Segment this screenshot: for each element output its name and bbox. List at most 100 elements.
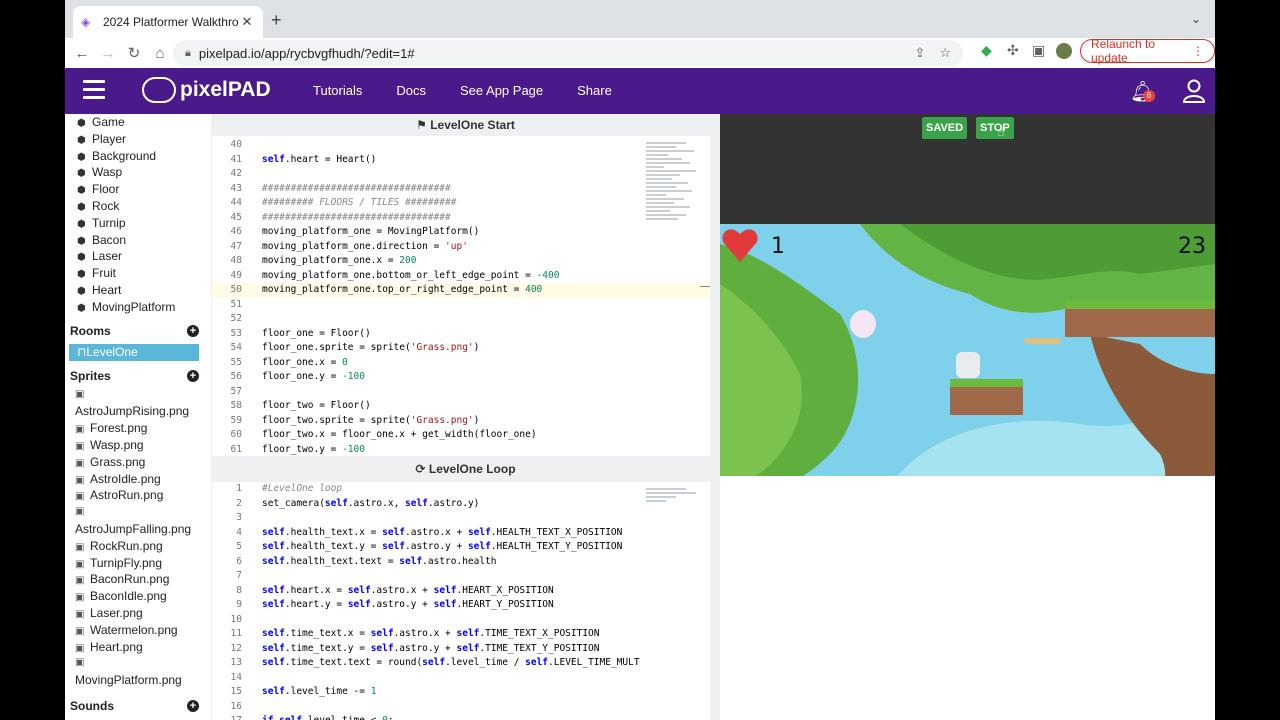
- sprite-item[interactable]: ▣ Wasp.png: [65, 437, 211, 454]
- code-line[interactable]: 17if self.level_time < 0:: [212, 714, 710, 720]
- code-line[interactable]: 6 self.health_text.text = self.astro.heal…: [212, 555, 710, 570]
- sprite-item[interactable]: ▣ AstroIdle.png: [65, 471, 211, 488]
- nav-see-app-page[interactable]: See App Page: [460, 83, 543, 98]
- code-line[interactable]: 56 floor_one.y = -100: [212, 370, 710, 385]
- sprite-item[interactable]: ▣ AstroJumpFalling.png: [65, 504, 211, 538]
- new-tab-icon[interactable]: +: [271, 10, 282, 31]
- sprite-item[interactable]: ▣ Laser.png: [65, 605, 211, 622]
- code-line[interactable]: 13 self.time_text.text = round(self.level…: [212, 656, 710, 671]
- code-line[interactable]: 40: [212, 138, 710, 153]
- loop-code-editor[interactable]: 1 #LevelOne loop 2 set_camera(self.astro.x,…: [212, 482, 710, 720]
- relaunch-button[interactable]: Relaunch to update ⋮: [1080, 37, 1215, 65]
- saved-button[interactable]: SAVED: [922, 117, 968, 139]
- share-icon[interactable]: ⇪: [914, 45, 925, 61]
- sprite-item[interactable]: ▣ Grass.png: [65, 454, 211, 471]
- code-line[interactable]: 58 floor_two = Floor(): [212, 399, 710, 414]
- add-sprite-icon[interactable]: +: [187, 369, 199, 382]
- game-canvas[interactable]: 1 23: [720, 224, 1215, 502]
- sprite-item[interactable]: ▣ Watermelon.png: [65, 622, 211, 639]
- code-line[interactable]: 9 self.heart.y = self.astro.y + self.HEAR…: [212, 598, 710, 613]
- code-line[interactable]: 4 self.health_text.x = self.astro.x + sel…: [212, 526, 710, 541]
- room-item-levelone[interactable]: ⊓LevelOne: [69, 343, 199, 361]
- object-item-floor[interactable]: ⬢ Floor: [65, 181, 211, 198]
- object-item-bacon[interactable]: ⬢ Bacon: [65, 232, 211, 249]
- code-line[interactable]: 2 set_camera(self.astro.x, self.astro.y): [212, 497, 710, 512]
- sprite-item[interactable]: ▣ TurnipFly.png: [65, 555, 211, 572]
- code-line[interactable]: 59 floor_two.sprite = sprite('Grass.png'): [212, 414, 710, 429]
- code-line[interactable]: 57: [212, 385, 710, 400]
- code-line[interactable]: 55 floor_one.x = 0: [212, 356, 710, 371]
- code-line[interactable]: 49 moving_platform_one.bottom_or_left_edg…: [212, 269, 710, 284]
- code-line[interactable]: 10: [212, 613, 710, 628]
- object-item-game[interactable]: ⬢ Game: [65, 114, 211, 131]
- nav-docs[interactable]: Docs: [396, 83, 426, 98]
- sprite-item[interactable]: ▣ BaconRun.png: [65, 571, 211, 588]
- forward-icon[interactable]: →: [95, 45, 121, 62]
- code-line[interactable]: 43 #################################: [212, 182, 710, 197]
- code-line[interactable]: 61 floor_two.y = -100: [212, 443, 710, 457]
- code-line[interactable]: 42: [212, 167, 710, 182]
- code-line[interactable]: 11 self.time_text.x = self.astro.x + self…: [212, 627, 710, 642]
- sprite-item[interactable]: ▣ AstroRun.png: [65, 487, 211, 504]
- tab-search-icon[interactable]: ⌄: [1191, 12, 1201, 26]
- hamburger-menu-icon[interactable]: [83, 80, 105, 100]
- object-item-rock[interactable]: ⬢ Rock: [65, 198, 211, 215]
- object-item-movingplatform[interactable]: ⬢ MovingPlatform: [65, 299, 211, 316]
- add-room-icon[interactable]: +: [187, 324, 199, 337]
- sidepanel-icon[interactable]: ▣: [1032, 42, 1045, 59]
- code-line[interactable]: 44 ######### FLOORS / TILES #########: [212, 196, 710, 211]
- code-line[interactable]: 8 self.heart.x = self.astro.x + self.HEAR…: [212, 584, 710, 599]
- user-icon[interactable]: [1182, 79, 1206, 103]
- object-item-turnip[interactable]: ⬢ Turnip: [65, 215, 211, 232]
- start-code-editor[interactable]: 40 41 self.heart = Heart() 42 43 ############…: [212, 136, 710, 456]
- nav-share[interactable]: Share: [577, 83, 612, 98]
- stop-button[interactable]: STOP: [976, 117, 1014, 139]
- code-line[interactable]: 60 floor_two.x = floor_one.x + get_width(…: [212, 428, 710, 443]
- code-line[interactable]: 12 self.time_text.y = self.astro.y + self…: [212, 642, 710, 657]
- code-line[interactable]: 15 self.level_time -= 1: [212, 685, 710, 700]
- code-line[interactable]: 51: [212, 298, 710, 313]
- home-icon[interactable]: ⌂: [147, 45, 173, 62]
- object-item-player[interactable]: ⬢ Player: [65, 131, 211, 148]
- code-line[interactable]: 50 moving_platform_one.top_or_right_edge_…: [212, 283, 710, 298]
- code-line[interactable]: 5 self.health_text.y = self.astro.y + sel…: [212, 540, 710, 555]
- extension-icon[interactable]: ◆: [981, 42, 992, 59]
- code-line[interactable]: 53 floor_one = Floor(): [212, 327, 710, 342]
- sprite-item[interactable]: ▣ AstroJumpRising.png: [65, 387, 211, 421]
- profile-avatar[interactable]: [1056, 43, 1072, 59]
- object-item-fruit[interactable]: ⬢ Fruit: [65, 265, 211, 282]
- sprite-item[interactable]: ▣ Heart.png: [65, 639, 211, 656]
- close-tab-icon[interactable]: ✕: [239, 14, 255, 30]
- code-line[interactable]: 52: [212, 312, 710, 327]
- browser-tab[interactable]: ◈ 2024 Platformer Walkthrough ✕: [73, 6, 263, 38]
- code-line[interactable]: 54 floor_one.sprite = sprite('Grass.png'): [212, 341, 710, 356]
- object-item-wasp[interactable]: ⬢ Wasp: [65, 164, 211, 181]
- sprite-item[interactable]: ▣ RockRun.png: [65, 538, 211, 555]
- code-line[interactable]: 7: [212, 569, 710, 584]
- object-item-heart[interactable]: ⬢ Heart: [65, 282, 211, 299]
- code-line[interactable]: 47 moving_platform_one.direction = 'up': [212, 240, 710, 255]
- back-icon[interactable]: ←: [69, 45, 95, 62]
- sprite-item[interactable]: ▣ MovingPlatform.png: [65, 655, 211, 689]
- code-line[interactable]: 41 self.heart = Heart(): [212, 153, 710, 168]
- code-line[interactable]: 46 moving_platform_one = MovingPlatform(): [212, 225, 710, 240]
- code-line[interactable]: 14: [212, 671, 710, 686]
- start-minimap[interactable]: [646, 140, 702, 300]
- add-sound-icon[interactable]: +: [187, 699, 199, 712]
- code-line[interactable]: 45 #################################: [212, 211, 710, 226]
- puzzle-icon[interactable]: ✣: [1007, 42, 1019, 59]
- bookmark-star-icon[interactable]: ☆: [939, 45, 951, 61]
- code-line[interactable]: 48 moving_platform_one.x = 200: [212, 254, 710, 269]
- nav-tutorials[interactable]: Tutorials: [313, 83, 362, 98]
- reload-icon[interactable]: ↻: [121, 44, 147, 62]
- object-item-laser[interactable]: ⬢ Laser: [65, 248, 211, 265]
- code-line[interactable]: 1 #LevelOne loop: [212, 482, 710, 497]
- pixelpad-logo[interactable]: pixelPAD: [142, 77, 271, 103]
- sprite-item[interactable]: ▣ Forest.png: [65, 420, 211, 437]
- object-item-background[interactable]: ⬢ Background: [65, 148, 211, 165]
- sprite-item[interactable]: ▣ BaconIdle.png: [65, 588, 211, 605]
- loop-minimap[interactable]: [646, 486, 702, 516]
- address-bar[interactable]: 🔒︎ pixelpad.io/app/rycbvgfhudh/?edit=1# …: [173, 40, 963, 66]
- code-line[interactable]: 3: [212, 511, 710, 526]
- code-line[interactable]: 16: [212, 700, 710, 715]
